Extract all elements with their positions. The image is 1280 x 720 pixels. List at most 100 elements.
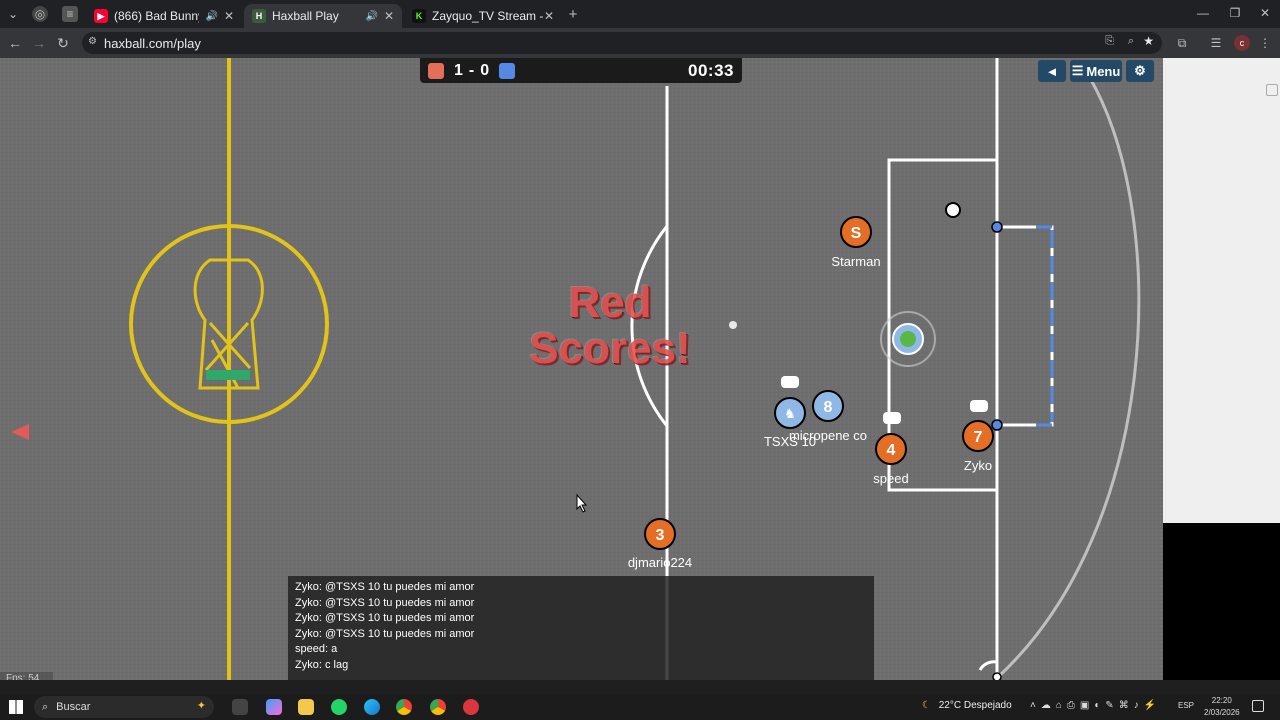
copilot-sparkle-icon: ✦ bbox=[196, 700, 206, 712]
red-score: 1 bbox=[454, 61, 463, 79]
edge-icon[interactable] bbox=[364, 699, 380, 715]
chat-message: Zyko: c lag bbox=[295, 658, 349, 671]
language-indicator[interactable]: ESP bbox=[1178, 701, 1194, 710]
toolbar: ← → ↻ ⚙ haxball.com/play ⎘ ⌕ ★ ⧉ ☰ c ⋮ bbox=[0, 28, 1280, 58]
close-window-icon[interactable]: ✕ bbox=[1252, 4, 1278, 22]
avatar-face-icon bbox=[900, 331, 916, 347]
player-name: djmario224 bbox=[628, 555, 692, 570]
player-number: 4 bbox=[887, 442, 896, 459]
kick-icon: K bbox=[412, 9, 426, 23]
gear-icon: ⚙ bbox=[1134, 63, 1146, 78]
clock-time: 22:20 bbox=[1211, 696, 1232, 705]
ad-choices-icon[interactable] bbox=[1266, 84, 1278, 96]
whatsapp-icon[interactable] bbox=[331, 699, 347, 715]
bookmark-star-icon[interactable]: ★ bbox=[1143, 34, 1154, 48]
chat-message: speed: a bbox=[295, 643, 338, 655]
clock-date: 2/03/2026 bbox=[1204, 708, 1240, 717]
speaker-icon[interactable]: 🔊 bbox=[365, 11, 377, 22]
close-tab-icon[interactable]: ✕ bbox=[384, 9, 394, 23]
taskbar: ⌕ Buscar ✦ ☾ 22°C Despejado ˄☁⌂⎙▣◐✎⌘♪⚡ E… bbox=[0, 694, 1280, 720]
player-number: 3 bbox=[656, 527, 665, 544]
youtube-icon: ▶ bbox=[94, 9, 108, 23]
goal-text-line2: Scores! bbox=[529, 324, 691, 373]
close-tab-icon[interactable]: ✕ bbox=[224, 9, 234, 23]
center-spot bbox=[729, 321, 737, 329]
tab-haxball[interactable]: H Haxball Play 🔊 ✕ bbox=[244, 4, 402, 28]
corner-post bbox=[992, 672, 1002, 680]
goal-announcement: Red Scores! bbox=[500, 280, 720, 372]
player-number: S bbox=[851, 225, 862, 242]
windows-start-icon[interactable] bbox=[9, 700, 23, 714]
chat-message: Zyko: @TSXS 10 tu puedes mi amor bbox=[295, 581, 475, 593]
tab-youtube[interactable]: ▶ (866) Bad Bunny - Moscow 🔊 ✕ bbox=[86, 4, 242, 28]
chat-message: Zyko: @TSXS 10 tu puedes mi amor bbox=[295, 596, 475, 609]
chat-bubble-icon bbox=[970, 400, 988, 412]
player-name: Starman bbox=[831, 254, 880, 269]
tab-search-icon[interactable]: ⌄ bbox=[6, 7, 20, 21]
tab-title: Zayquo_TV Stream - Watch Live bbox=[432, 9, 544, 23]
copilot-icon[interactable] bbox=[266, 699, 282, 715]
site-info-icon[interactable]: ⚙ bbox=[88, 36, 97, 47]
extensions-icon[interactable]: ⧉ bbox=[1174, 34, 1190, 52]
chat-message: Zyko: @TSXS 10 tu puedes mi amor bbox=[295, 627, 475, 640]
zoom-icon[interactable]: ⌕ bbox=[1128, 35, 1134, 48]
back-icon[interactable]: ← bbox=[6, 34, 24, 52]
maximize-icon[interactable]: ❐ bbox=[1222, 4, 1248, 22]
more-options-icon[interactable]: ⋮ bbox=[1258, 34, 1272, 52]
speaker-icon[interactable]: 🔊 bbox=[205, 11, 217, 22]
chat-bubble-icon bbox=[883, 412, 901, 424]
fps-counter: Fps: 54 bbox=[0, 672, 53, 680]
blue-team-flag-icon bbox=[499, 62, 516, 79]
match-timer: 00:33 bbox=[688, 60, 734, 80]
haxball-icon: H bbox=[252, 9, 266, 23]
chat-message: Zyko: @TSXS 10 tu puedes mi amor bbox=[295, 612, 475, 624]
weather-text: 22°C Despejado bbox=[938, 700, 1012, 711]
app-icon[interactable] bbox=[463, 699, 479, 715]
url-text: haxball.com/play bbox=[104, 35, 201, 51]
blue-score: 0 bbox=[480, 61, 490, 79]
haxball-game[interactable]: S Starman ♞ TSXS 10 8 micropene co 4 spe… bbox=[0, 58, 1163, 680]
tab-title: Haxball Play bbox=[272, 9, 339, 23]
settings-button[interactable]: ⚙ bbox=[1126, 60, 1154, 82]
file-explorer-icon[interactable] bbox=[298, 699, 314, 715]
taskbar-search[interactable]: ⌕ Buscar ✦ bbox=[34, 696, 214, 718]
menu-button[interactable]: ☰ Menu bbox=[1070, 60, 1122, 82]
address-bar[interactable]: ⚙ haxball.com/play ⎘ ⌕ ★ bbox=[82, 32, 1162, 54]
player-number: 7 bbox=[974, 429, 983, 446]
reload-icon[interactable]: ↻ bbox=[54, 34, 72, 52]
minimize-icon[interactable]: — bbox=[1190, 4, 1216, 22]
chrome-profile-icon[interactable] bbox=[430, 699, 446, 715]
search-label: Buscar bbox=[56, 701, 91, 713]
clock[interactable]: 22:20 2/03/2026 bbox=[1204, 695, 1240, 719]
menu-label: Menu bbox=[1086, 63, 1121, 79]
system-tray-icons[interactable]: ˄☁⌂⎙▣◐✎⌘♪⚡ bbox=[1030, 700, 1161, 711]
side-panel-black bbox=[1163, 523, 1280, 680]
player-name: micropene co bbox=[789, 428, 867, 443]
notifications-icon[interactable] bbox=[1252, 700, 1264, 712]
close-tab-icon[interactable]: ✕ bbox=[544, 9, 554, 23]
profile-avatar[interactable]: c bbox=[1234, 35, 1250, 51]
new-tab-icon[interactable]: + bbox=[564, 6, 582, 23]
tab-group-icon[interactable]: ≡ bbox=[62, 6, 78, 22]
extension-icon[interactable]: ◎ bbox=[32, 6, 48, 22]
hamburger-icon: ☰ bbox=[1071, 63, 1084, 78]
score-separator: - bbox=[468, 61, 475, 79]
weather-widget[interactable]: ☾ 22°C Despejado bbox=[922, 700, 1012, 711]
chat-box: Zyko: @TSXS 10 tu puedes mi amor Zyko: @… bbox=[288, 576, 874, 680]
chrome-icon[interactable] bbox=[396, 699, 412, 715]
task-view-icon[interactable] bbox=[232, 699, 248, 715]
goal-post-top bbox=[991, 221, 1003, 233]
red-team-flag-icon bbox=[428, 62, 444, 79]
speaker-icon: ◄ bbox=[1045, 63, 1059, 79]
forward-icon[interactable]: → bbox=[30, 34, 48, 52]
goal-post-bottom bbox=[991, 419, 1003, 431]
horse-icon: ♞ bbox=[784, 406, 796, 421]
tab-kick[interactable]: K Zayquo_TV Stream - Watch Live ✕ bbox=[404, 4, 562, 28]
scoreboard: 1 - 0 00:33 bbox=[420, 58, 742, 83]
ball bbox=[945, 202, 961, 218]
translate-icon[interactable]: ⎘ bbox=[1105, 35, 1114, 48]
side-panel bbox=[1163, 58, 1280, 523]
media-control-icon[interactable]: ☰ bbox=[1208, 34, 1224, 52]
tab-strip: ⌄ ◎ ≡ ▶ (866) Bad Bunny - Moscow 🔊 ✕ H H… bbox=[0, 0, 1280, 28]
sound-button[interactable]: ◄ bbox=[1038, 60, 1066, 82]
